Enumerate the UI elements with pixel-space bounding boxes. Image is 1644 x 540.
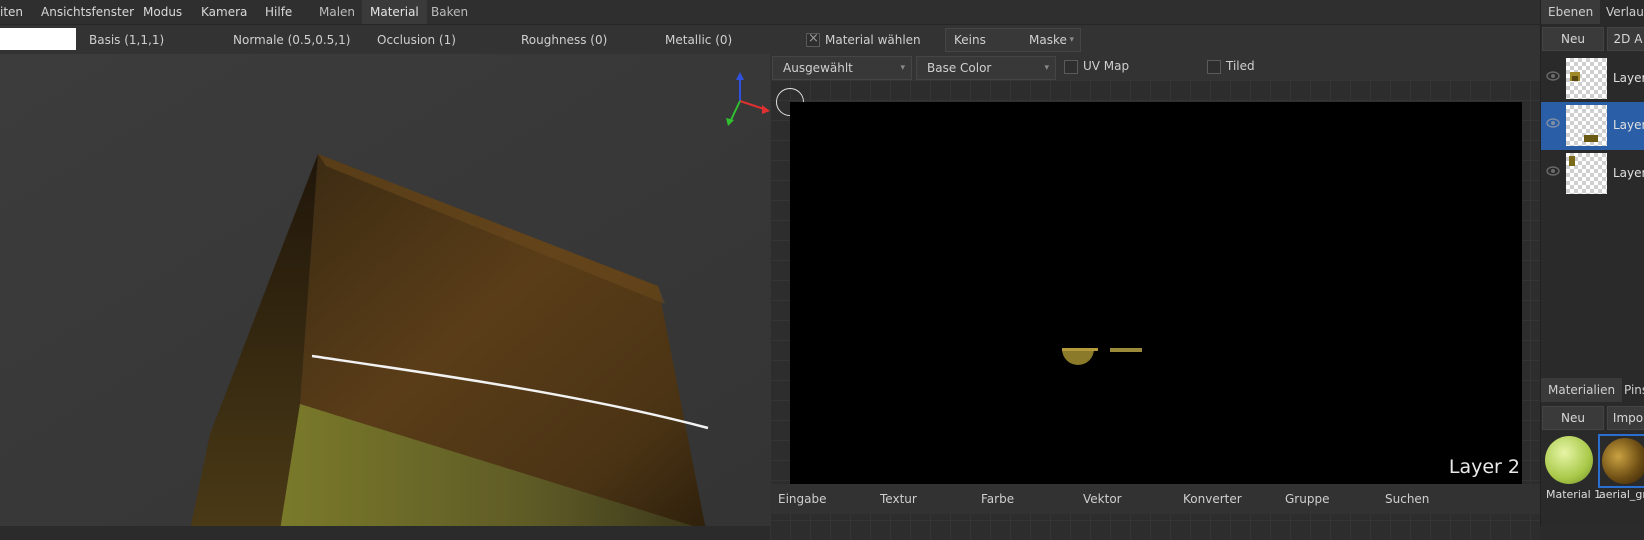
menu-item-file[interactable]: iten [0,3,23,21]
node-cat-texture[interactable]: Textur [880,492,917,506]
editor-toolbar: Ausgewählt ▾ Base Color ▾ UV Map Tiled [770,54,1540,80]
eye-icon[interactable] [1546,69,1560,83]
right-panel: Ebenen Verlauf Neu 2D A Layer Layer Laye… [1540,0,1644,526]
material-preview [1602,438,1644,484]
material-select-label: Material wählen [825,33,921,47]
mask-value: Keins [954,33,986,47]
selection-dropdown[interactable]: Ausgewählt ▾ [772,56,912,80]
material-thumbnail-selected[interactable] [1598,434,1644,488]
node-cat-search[interactable]: Suchen [1385,492,1429,506]
layer-thumbnail [1566,58,1607,99]
tab-brushes[interactable]: Pins [1617,378,1644,402]
menu-item-camera[interactable]: Kamera [201,3,247,21]
chevron-down-icon: ▾ [1044,63,1049,73]
node-cat-group[interactable]: Gruppe [1285,492,1329,506]
tab-paint[interactable]: Malen [311,0,363,24]
material-thumbnail[interactable] [1545,436,1593,484]
material-name: Material 1 [1546,488,1602,501]
layer-overlay-label: Layer 2 [1448,456,1520,478]
eye-icon[interactable] [1546,116,1560,130]
canvas-area[interactable]: Layer 2 [770,80,1540,540]
viewport-3d[interactable] [0,54,770,526]
selection-value: Ausgewählt [783,61,853,75]
output-occlusion: Occlusion (1) [377,33,456,47]
texture-canvas[interactable]: Layer 2 [790,102,1522,484]
layer-name: Layer [1613,71,1644,85]
tiled-checkbox[interactable] [1207,60,1221,74]
material-name: aerial_gra [1599,488,1644,501]
menu-item-help[interactable]: Hilfe [265,3,292,21]
output-roughness: Roughness (0) [521,33,608,47]
tab-history[interactable]: Verlauf [1599,0,1644,24]
tab-layers[interactable]: Ebenen [1541,0,1601,24]
chevron-down-icon: ▾ [900,63,905,73]
new-material-button[interactable]: Neu [1542,406,1604,430]
mask-dropdown[interactable]: Keins Maske ▾ [945,28,1081,52]
color-swatch[interactable] [0,28,76,50]
layer-name: Layer [1613,118,1644,132]
tiled-label: Tiled [1226,59,1255,73]
output-normal: Normale (0.5,0.5,1) [233,33,351,47]
node-cat-color[interactable]: Farbe [981,492,1014,506]
viewport-scene [0,54,770,526]
layer-row[interactable]: Layer [1541,55,1644,103]
tab-bake[interactable]: Baken [423,0,476,24]
new-layer-button[interactable]: Neu [1542,27,1604,51]
uv-map-checkbox[interactable] [1064,60,1078,74]
uv-map-label: UV Map [1083,59,1130,73]
output-metallic: Metallic (0) [665,33,733,47]
menu-bar: iten Ansichtsfenster Modus Kamera Hilfe … [0,0,1540,24]
eye-icon[interactable] [1546,164,1560,178]
chevron-down-icon: ▾ [1069,35,1074,45]
material-select-checkbox[interactable] [806,31,820,47]
layer-row[interactable]: Layer [1541,150,1644,198]
channel-value: Base Color [927,61,992,75]
layer-name: Layer [1613,166,1644,180]
node-cat-input[interactable]: Eingabe [778,492,827,506]
channel-dropdown[interactable]: Base Color ▾ [916,56,1056,80]
tab-materials[interactable]: Materialien [1541,378,1623,402]
layer-thumbnail [1566,105,1607,146]
menu-item-viewport[interactable]: Ansichtsfenster [41,3,134,21]
editor-2d: Ausgewählt ▾ Base Color ▾ UV Map Tiled L… [770,54,1540,540]
node-cat-converter[interactable]: Konverter [1183,492,1242,506]
texture-preview [1062,348,1142,365]
import-material-button[interactable]: Impo [1607,406,1644,430]
layer-thumbnail [1566,153,1607,194]
material-toolbar: Basis (1,1,1) Normale (0.5,0.5,1) Occlus… [0,24,1540,55]
node-cat-vector[interactable]: Vektor [1083,492,1122,506]
output-base: Basis (1,1,1) [89,33,165,47]
new-2d-layer-button[interactable]: 2D A [1607,27,1644,51]
menu-item-mode[interactable]: Modus [143,3,182,21]
layer-row-selected[interactable]: Layer [1541,102,1644,150]
node-category-bar: Eingabe Textur Farbe Vektor Konverter Gr… [770,484,1540,514]
mask-label: Maske [1029,33,1067,47]
tab-material[interactable]: Material [362,0,427,24]
